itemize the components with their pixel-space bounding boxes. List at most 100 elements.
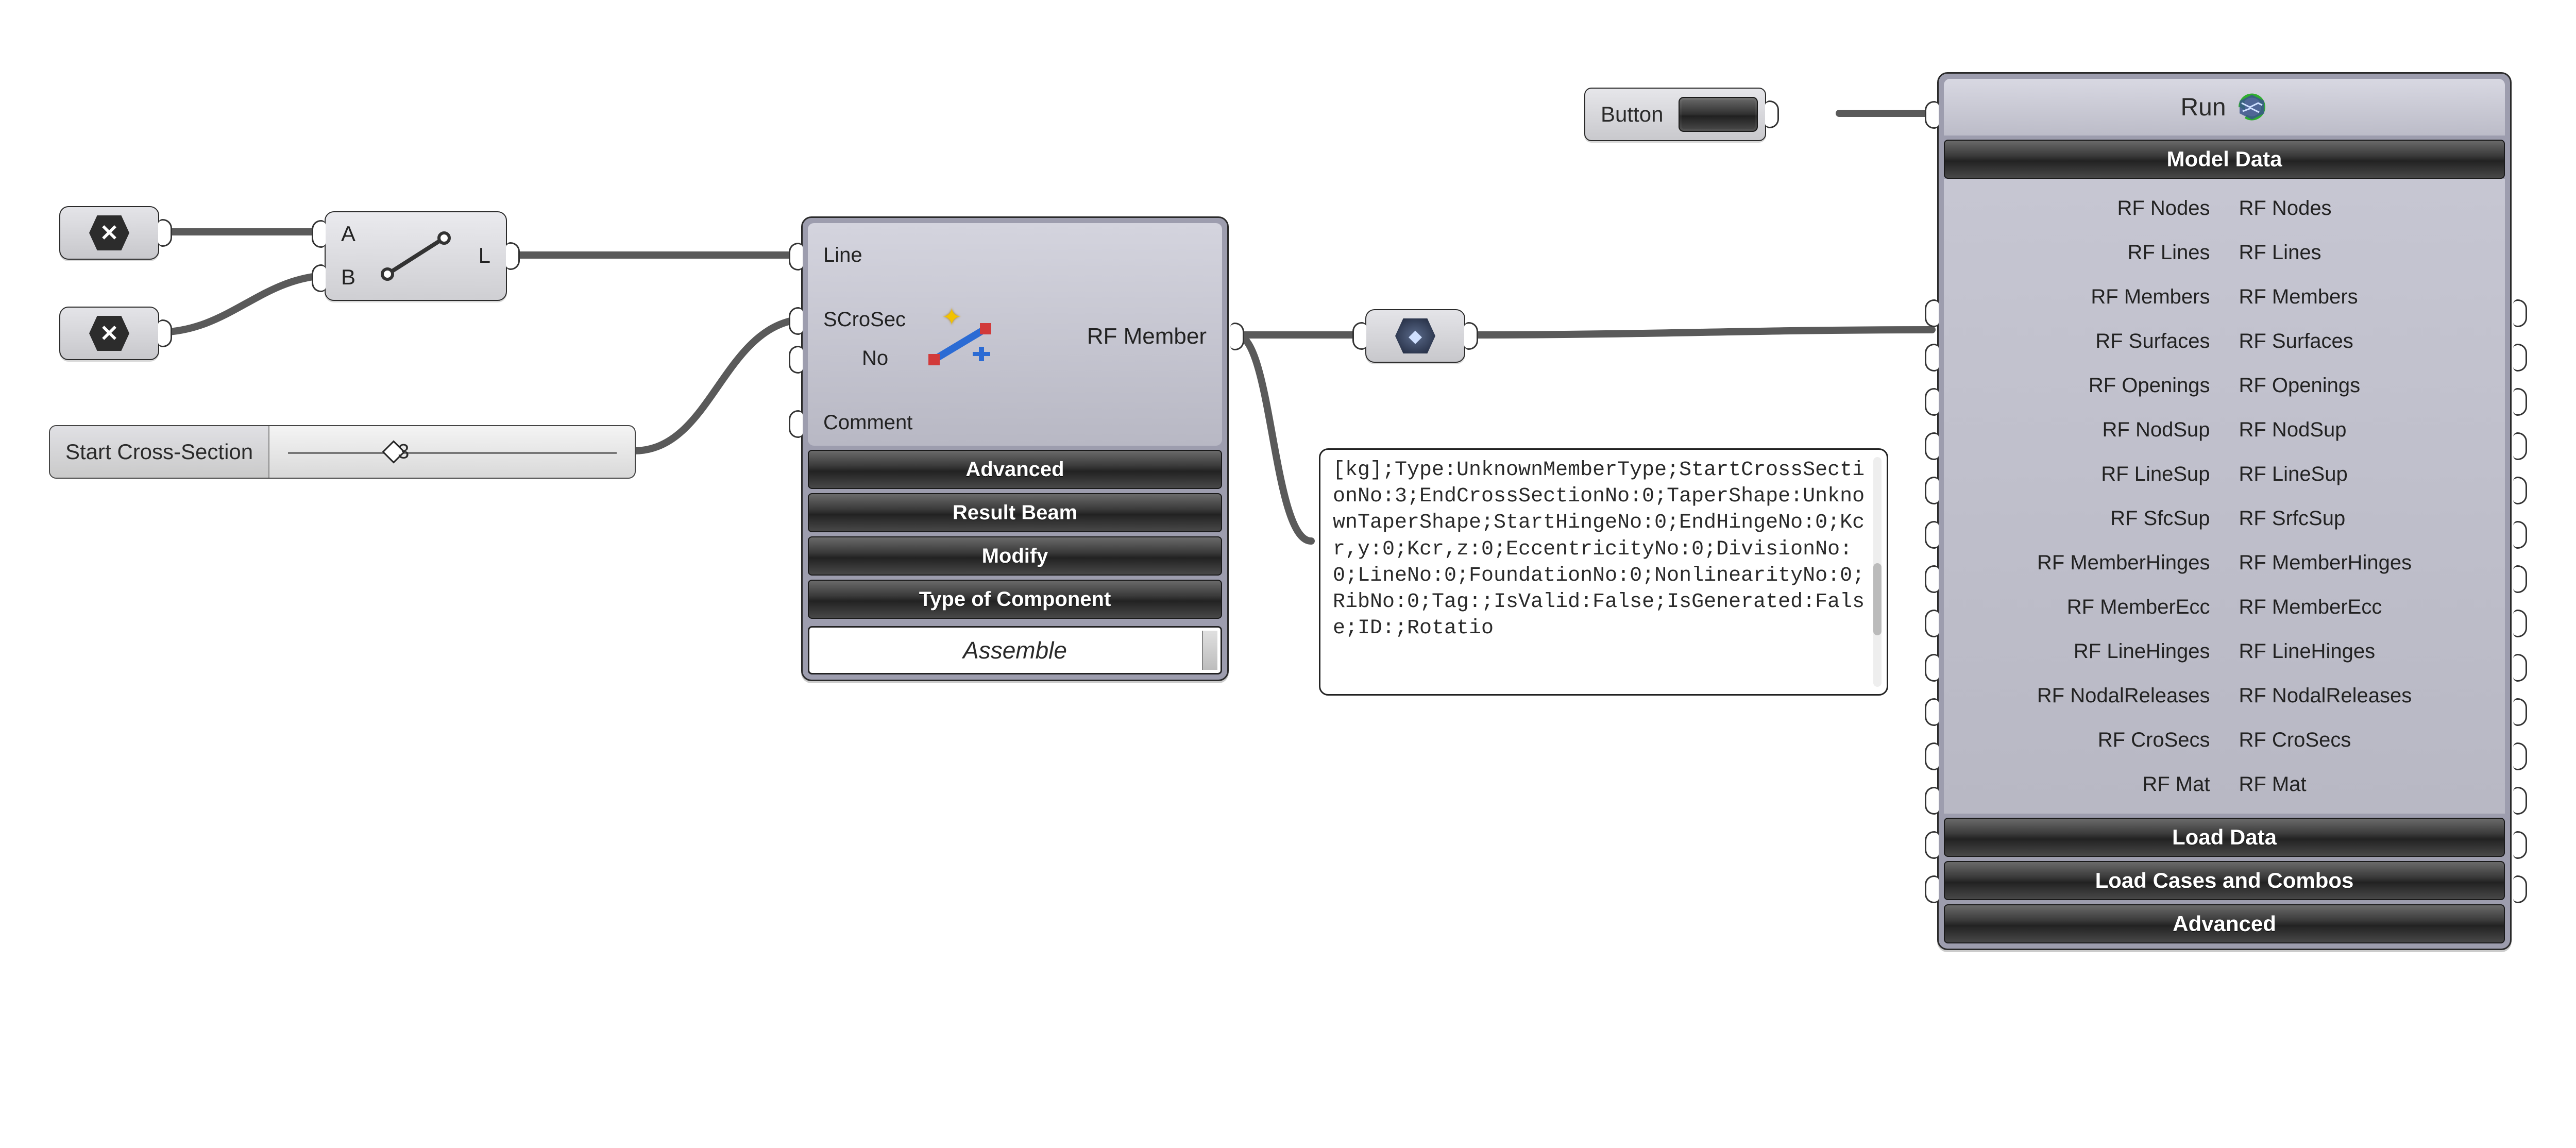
row-input-grip[interactable] xyxy=(1925,610,1939,637)
bar-modify[interactable]: Modify xyxy=(808,536,1222,576)
row-output-grip[interactable] xyxy=(2513,742,2527,770)
button-component[interactable]: Button xyxy=(1584,88,1766,141)
row-output-grip[interactable] xyxy=(2513,299,2527,327)
run-input-grip[interactable] xyxy=(1925,101,1939,129)
scrollbar-thumb[interactable] xyxy=(1873,563,1882,635)
row-input-grip[interactable] xyxy=(1925,831,1939,859)
row-input-grip[interactable] xyxy=(1925,432,1939,460)
output-grip[interactable] xyxy=(158,219,172,247)
row-input-grip[interactable] xyxy=(1925,875,1939,903)
row-input-grip[interactable] xyxy=(1925,565,1939,593)
row-input-label: RF LineHinges xyxy=(1944,640,2225,663)
row-output-grip[interactable] xyxy=(2513,875,2527,903)
output-l-grip[interactable] xyxy=(506,242,520,270)
row-output-grip[interactable] xyxy=(2513,565,2527,593)
input-comment-grip[interactable] xyxy=(789,410,803,438)
x-icon: ✕ xyxy=(89,316,129,351)
row-input-label: RF Lines xyxy=(1944,241,2225,264)
row-output-grip[interactable] xyxy=(2513,654,2527,682)
model-data-row: RF CroSecsRF CroSecs xyxy=(1944,718,2505,762)
row-input-grip[interactable] xyxy=(1925,477,1939,504)
slider-output-grip[interactable] xyxy=(635,438,636,466)
slider-value: 3 xyxy=(398,441,409,464)
model-data-row: RF NodalReleasesRF NodalReleases xyxy=(1944,673,2505,718)
button-key[interactable] xyxy=(1679,97,1758,132)
output-grip[interactable] xyxy=(158,319,172,347)
row-output-grip[interactable] xyxy=(2513,787,2527,815)
button-output-grip[interactable] xyxy=(1765,100,1779,128)
run-component[interactable]: Run Model Data RF NodesRF NodesRF LinesR… xyxy=(1937,72,2512,950)
model-data-row: RF MemberHingesRF MemberHinges xyxy=(1944,541,2505,585)
start-cross-section-slider[interactable]: Start Cross-Section 3 xyxy=(49,425,636,479)
section-load-data[interactable]: Load Data xyxy=(1944,818,2505,857)
input-comment-label: Comment xyxy=(823,411,912,434)
row-input-label: RF Surfaces xyxy=(1944,330,2225,353)
relay-output-grip[interactable] xyxy=(1464,322,1478,350)
text-panel[interactable]: [kg];Type:UnknownMemberType;StartCrossSe… xyxy=(1319,448,1888,696)
section-advanced[interactable]: Advanced xyxy=(1944,904,2505,943)
bar-type-of-comp[interactable]: Type of Component xyxy=(808,580,1222,619)
row-output-grip[interactable] xyxy=(2513,432,2527,460)
x-icon: ✕ xyxy=(89,215,129,250)
row-input-grip[interactable] xyxy=(1925,742,1939,770)
row-input-grip[interactable] xyxy=(1925,698,1939,726)
bar-advanced[interactable]: Advanced xyxy=(808,450,1222,489)
relay-data-param[interactable]: ◆ xyxy=(1365,309,1465,363)
line-component[interactable]: A B L xyxy=(325,211,507,301)
input-a-grip[interactable] xyxy=(312,220,326,248)
row-input-grip[interactable] xyxy=(1925,388,1939,416)
model-data-rows: RF NodesRF NodesRF LinesRF LinesRF Membe… xyxy=(1944,179,2505,814)
input-no-grip[interactable] xyxy=(789,346,803,374)
button-label: Button xyxy=(1601,102,1663,127)
output-l-label: L xyxy=(479,243,490,268)
row-output-grip[interactable] xyxy=(2513,477,2527,504)
output-member-label: RF Member xyxy=(1087,324,1207,349)
point-a-param[interactable]: ✕ xyxy=(59,206,159,260)
point-b-param[interactable]: ✕ xyxy=(59,307,159,360)
row-output-grip[interactable] xyxy=(2513,831,2527,859)
row-output-grip[interactable] xyxy=(2513,388,2527,416)
row-input-label: RF NodalReleases xyxy=(1944,684,2225,707)
textpanel-input-grip[interactable] xyxy=(1319,529,1320,556)
row-input-label: RF Openings xyxy=(1944,374,2225,397)
row-output-label: RF MemberHinges xyxy=(2225,551,2505,575)
member-icon xyxy=(926,321,993,367)
row-output-label: RF Nodes xyxy=(2225,197,2505,220)
section-model-data[interactable]: Model Data xyxy=(1944,140,2505,179)
section-load-cases[interactable]: Load Cases and Combos xyxy=(1944,861,2505,900)
row-input-grip[interactable] xyxy=(1925,521,1939,549)
input-no-label: No xyxy=(862,347,888,370)
output-member-grip[interactable] xyxy=(1230,323,1244,350)
row-output-grip[interactable] xyxy=(2513,698,2527,726)
input-b-grip[interactable] xyxy=(312,264,326,292)
assemble-button[interactable]: Assemble xyxy=(808,626,1222,674)
bar-result-beam[interactable]: Result Beam xyxy=(808,493,1222,532)
slider-track[interactable]: 3 xyxy=(269,426,635,478)
relay-input-grip[interactable] xyxy=(1352,322,1366,350)
row-output-label: RF LineHinges xyxy=(2225,640,2505,663)
row-input-grip[interactable] xyxy=(1925,344,1939,372)
input-scrosec-label: SCroSec xyxy=(823,308,906,331)
row-input-grip[interactable] xyxy=(1925,299,1939,327)
input-line-label: Line xyxy=(823,244,862,267)
row-input-label: RF NodSup xyxy=(1944,418,2225,442)
input-line-grip[interactable] xyxy=(789,243,803,271)
row-output-grip[interactable] xyxy=(2513,610,2527,637)
row-output-grip[interactable] xyxy=(2513,344,2527,372)
row-output-label: RF LineSup xyxy=(2225,463,2505,486)
row-input-label: RF Members xyxy=(1944,285,2225,309)
input-scrosec-grip[interactable] xyxy=(789,307,803,335)
row-input-grip[interactable] xyxy=(1925,787,1939,815)
row-output-grip[interactable] xyxy=(2513,521,2527,549)
model-data-row: RF LineSupRF LineSup xyxy=(1944,452,2505,496)
row-input-grip[interactable] xyxy=(1925,654,1939,682)
row-input-label: RF LineSup xyxy=(1944,463,2225,486)
row-input-label: RF SfcSup xyxy=(1944,507,2225,530)
input-b-label: B xyxy=(341,265,355,290)
line-icon xyxy=(380,230,452,282)
row-output-label: RF Openings xyxy=(2225,374,2505,397)
run-header: Run xyxy=(1944,79,2505,136)
row-input-label: RF MemberHinges xyxy=(1944,551,2225,575)
rf-member-component[interactable]: Line SCroSec No Comment RF Member ✦ Adva… xyxy=(801,216,1229,681)
model-data-row: RF MatRF Mat xyxy=(1944,762,2505,806)
